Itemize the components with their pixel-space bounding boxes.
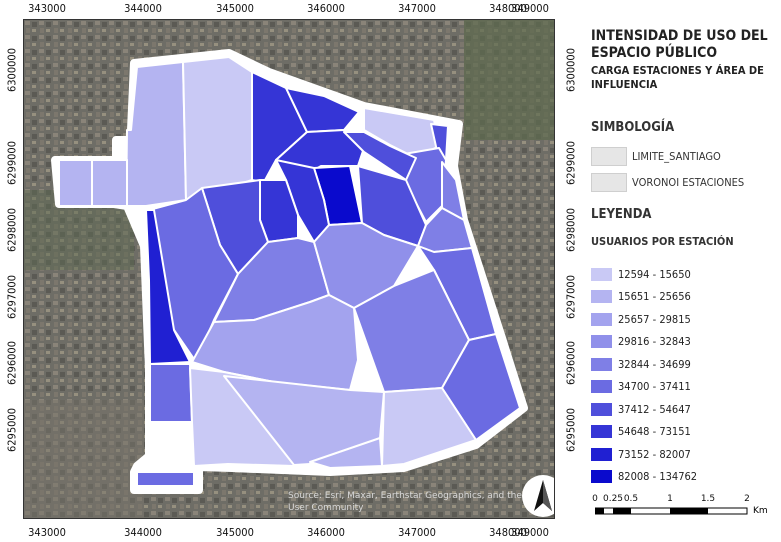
scale-label: 1	[667, 494, 673, 504]
legend-class-label: 54648 - 73151	[618, 425, 691, 438]
symbology-label: VORONOI ESTACIONES	[632, 175, 745, 189]
legend-class-item: 54648 - 73151	[591, 423, 691, 441]
voronoi-cell	[136, 471, 195, 487]
legend-class-label: 12594 - 15650	[618, 267, 691, 281]
x-tick-label: 344000	[124, 2, 162, 15]
legend-class-item: 25657 - 29815	[591, 310, 691, 328]
symbology-item-voronoi: VORONOI ESTACIONES	[591, 172, 745, 192]
scale-bar-graphic	[595, 507, 748, 515]
y-tick-label: 6298000	[5, 207, 19, 253]
legend-swatch	[591, 402, 612, 416]
scale-label: 0.25	[602, 494, 624, 504]
legend-class-item: 12594 - 15650	[591, 265, 691, 283]
scale-label: 0.5	[623, 494, 639, 504]
x-tick-label: 347000	[398, 526, 436, 539]
legend-class-label: 32844 - 34699	[618, 357, 691, 371]
legend-class-item: 73152 - 82007	[591, 445, 691, 463]
symbology-item-limite: LIMITE_SANTIAGO	[591, 146, 721, 166]
symbology-heading: SIMBOLOGÍA	[591, 120, 675, 135]
x-tick-label: 347000	[398, 2, 436, 15]
y-tick-label: 6299000	[564, 140, 578, 186]
legend-swatch	[591, 470, 612, 483]
legend-class-item: 82008 - 134762	[591, 468, 697, 486]
legend-swatch	[591, 380, 612, 393]
legend-class-item: 29816 - 32843	[591, 333, 691, 351]
basemap-southwest	[24, 400, 144, 518]
voronoi-cell	[125, 61, 187, 207]
scale-bar: 0 0.25 0.5 1 1.5 2 Km	[591, 494, 777, 524]
legend-class-item: 37412 - 54647	[591, 400, 691, 418]
symbology-swatch	[591, 146, 627, 166]
legend-class-item: 34700 - 37411	[591, 378, 691, 396]
map-frame[interactable]: Source: Esri, Maxar, Earthstar Geographi…	[23, 19, 555, 519]
map-subtitle: CARGA ESTACIONES Y ÁREA DE INFLUENCIA	[591, 64, 764, 91]
legend-swatch	[591, 312, 612, 326]
scale-label: 2	[744, 494, 750, 504]
legend-swatch	[591, 290, 612, 303]
map-attribution: Source: Esri, Maxar, Earthstar Geographi…	[288, 491, 541, 513]
y-tick-label: 6296000	[5, 340, 19, 386]
y-tick-label: 6297000	[564, 274, 578, 320]
scale-label: 1.5	[700, 494, 716, 504]
legend-class-label: 34700 - 37411	[618, 380, 691, 393]
voronoi-cell	[182, 56, 253, 201]
legend-subheading: USUARIOS POR ESTACIÓN	[591, 235, 734, 248]
legend-class-label: 25657 - 29815	[618, 312, 691, 326]
x-tick-label: 349000	[511, 526, 549, 539]
legend-class-label: 29816 - 32843	[618, 335, 691, 348]
legend-heading: LEYENDA	[591, 207, 652, 222]
y-tick-label: 6295000	[564, 407, 578, 453]
scale-unit: Km	[753, 506, 768, 516]
legend-panel: INTENSIDAD DE USO DEL ESPACIO PÚBLICO CA…	[591, 28, 777, 483]
x-tick-label: 345000	[216, 2, 254, 15]
x-tick-label: 345000	[216, 526, 254, 539]
voronoi-cell	[149, 363, 193, 423]
legend-class-item: 15651 - 25656	[591, 288, 691, 306]
y-tick-label: 6300000	[564, 47, 578, 93]
legend-swatch	[591, 447, 612, 461]
scale-label: 0	[592, 494, 598, 504]
y-tick-label: 6295000	[5, 407, 19, 453]
y-tick-label: 6300000	[5, 47, 19, 93]
y-tick-label: 6298000	[564, 207, 578, 253]
y-tick-label: 6296000	[564, 340, 578, 386]
north-arrow-icon	[522, 475, 554, 517]
legend-class-label: 15651 - 25656	[618, 290, 691, 303]
legend-swatch	[591, 267, 612, 281]
x-tick-label: 343000	[28, 526, 66, 539]
map-canvas[interactable]	[24, 20, 554, 518]
legend-swatch	[591, 425, 612, 438]
legend-swatch	[591, 335, 612, 348]
x-tick-label: 343000	[28, 2, 66, 15]
legend-swatch	[591, 357, 612, 371]
legend-class-label: 82008 - 134762	[618, 470, 698, 483]
x-tick-label: 346000	[307, 526, 345, 539]
x-tick-label: 349000	[511, 2, 549, 15]
y-tick-label: 6297000	[5, 274, 19, 320]
legend-class-label: 73152 - 82007	[618, 447, 691, 461]
voronoi-cell	[91, 159, 128, 207]
x-tick-label: 344000	[124, 526, 162, 539]
y-tick-label: 6299000	[5, 140, 19, 186]
legend-class-label: 37412 - 54647	[618, 402, 691, 416]
x-tick-label: 346000	[307, 2, 345, 15]
legend-class-item: 32844 - 34699	[591, 355, 691, 373]
basemap-park-east	[464, 20, 554, 140]
symbology-label: LIMITE_SANTIAGO	[632, 149, 721, 163]
map-title: INTENSIDAD DE USO DEL ESPACIO PÚBLICO	[591, 28, 768, 61]
symbology-swatch	[591, 172, 627, 192]
